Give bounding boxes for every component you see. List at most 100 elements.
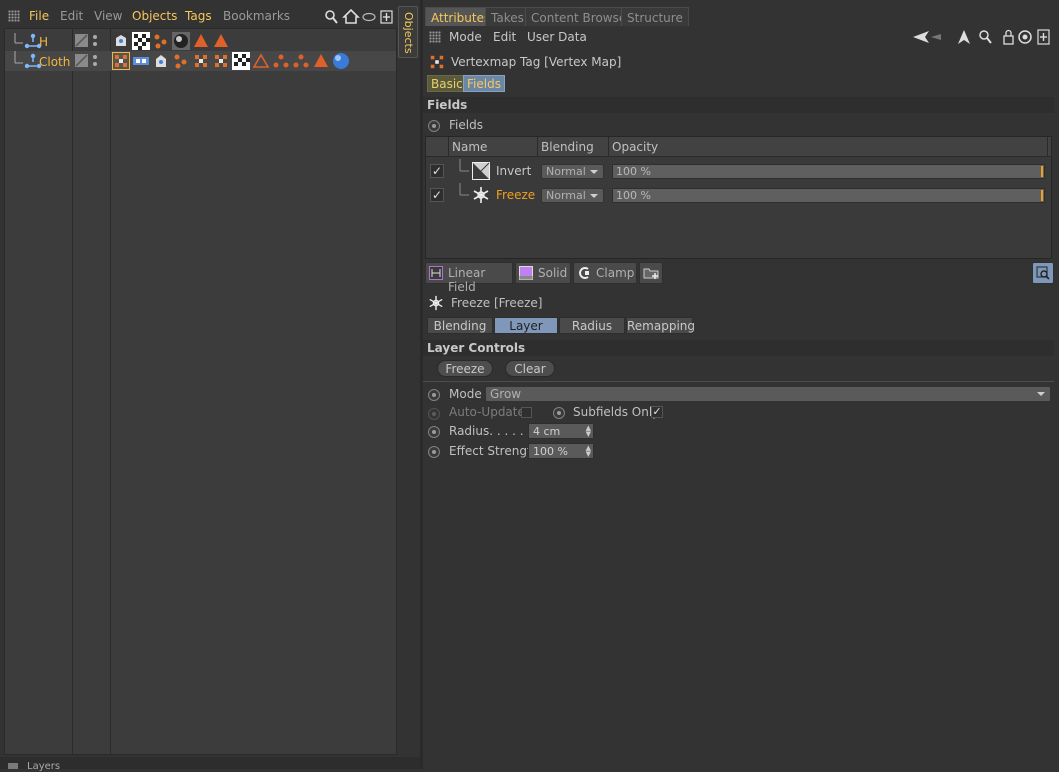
grip-icon[interactable] [429, 31, 441, 43]
menu-mode[interactable]: Mode [449, 30, 482, 44]
point-selection-tag-icon[interactable] [152, 32, 170, 50]
strength-anim-radio[interactable] [428, 446, 440, 458]
tab-remapping[interactable]: Remapping [626, 317, 695, 334]
menu-edit[interactable]: Edit [493, 30, 516, 44]
tab-structure[interactable]: Structure [621, 7, 689, 26]
section-fields: Fields [423, 97, 1054, 113]
tab-blending[interactable]: Blending [427, 317, 493, 334]
tab-layer[interactable]: Layer [494, 317, 558, 334]
opacity-value: 100 % [616, 165, 651, 178]
lock-icon[interactable] [1003, 29, 1014, 45]
auto-update-anim-radio[interactable] [428, 408, 440, 420]
menu-user-data[interactable]: User Data [527, 30, 587, 44]
grip-icon[interactable] [8, 10, 20, 22]
triangle-tag-icon[interactable] [192, 32, 210, 50]
triangle-tag-icon[interactable] [312, 52, 330, 70]
vertexmap-tag-icon[interactable] [192, 52, 210, 70]
blending-dropdown[interactable]: Normal [541, 188, 604, 203]
search-icon[interactable] [325, 10, 338, 24]
cloth-tag-icon[interactable] [112, 32, 130, 50]
menu-bookmarks[interactable]: Bookmarks [223, 9, 290, 23]
subfields-anim-radio[interactable] [553, 407, 565, 419]
tab-fields[interactable]: Fields [463, 75, 505, 92]
vertexmap-tag-icon-selected[interactable] [112, 52, 130, 70]
header-opacity[interactable]: Opacity [612, 140, 658, 154]
object-name[interactable]: Cloth [39, 55, 70, 69]
layers-bar[interactable] [0, 757, 420, 769]
tab-radius[interactable]: Radius [559, 317, 625, 334]
menu-tags[interactable]: Tags [185, 9, 212, 23]
chevron-down-icon [590, 170, 598, 174]
solid-button[interactable]: Solid [515, 262, 571, 284]
eye-icon[interactable] [362, 12, 376, 22]
freeze-button[interactable]: Freeze [437, 360, 493, 377]
subfields-only-checkbox[interactable]: ✓ [651, 406, 663, 418]
tab-basic[interactable]: Basic [427, 75, 467, 92]
new-window-icon[interactable] [380, 10, 393, 24]
home-icon[interactable] [342, 8, 360, 24]
menu-view[interactable]: View [94, 9, 122, 23]
target-icon[interactable] [1018, 30, 1032, 44]
object-row-cloth[interactable]: Cloth [5, 51, 396, 71]
linear-field-button[interactable]: Linear Field [425, 262, 513, 294]
header-blending[interactable]: Blending [541, 140, 594, 154]
visibility-dots-icon[interactable] [93, 55, 97, 66]
menu-edit[interactable]: Edit [60, 9, 83, 23]
layer-icon[interactable] [75, 54, 88, 67]
mode-anim-radio[interactable] [428, 389, 440, 401]
field-enable-checkbox[interactable]: ✓ [430, 188, 444, 202]
field-name[interactable]: Freeze [496, 188, 535, 202]
opacity-value: 100 % [616, 189, 651, 202]
triangle-tag-icon[interactable] [212, 32, 230, 50]
object-name[interactable]: H [39, 35, 48, 49]
dots-tag-icon[interactable] [272, 52, 290, 70]
layer-icon[interactable] [75, 34, 88, 47]
menu-file[interactable]: File [29, 9, 49, 23]
object-list[interactable]: H Cloth [4, 28, 397, 755]
menu-objects[interactable]: Objects [132, 9, 177, 23]
clamp-icon [579, 267, 589, 279]
opacity-slider[interactable]: 100 % [612, 164, 1045, 179]
mode-dropdown[interactable]: Grow [485, 386, 1051, 402]
clamp-button[interactable]: Clamp [573, 262, 637, 284]
header-name[interactable]: Name [452, 140, 487, 154]
checker-tag-icon[interactable] [232, 52, 250, 70]
search-icon[interactable] [979, 30, 992, 44]
clear-button[interactable]: Clear [505, 360, 555, 377]
material-tag-icon[interactable] [172, 32, 190, 50]
tab-objects-label[interactable]: Objects [402, 12, 415, 54]
auto-update-checkbox[interactable] [521, 407, 532, 418]
spinner-icon[interactable]: ▲ ▼ [586, 425, 591, 438]
texture-tag-icon[interactable] [132, 52, 150, 70]
add-folder-button[interactable] [639, 262, 663, 284]
triangle-outline-tag-icon[interactable] [252, 52, 270, 70]
field-name[interactable]: Invert [496, 164, 531, 178]
field-options-button[interactable] [1032, 262, 1054, 284]
layers-label[interactable]: Layers [27, 761, 60, 772]
field-list[interactable]: Name Blending Opacity ✓ Invert Normal 10… [425, 136, 1052, 259]
field-enable-checkbox[interactable]: ✓ [430, 164, 444, 178]
blending-dropdown[interactable]: Normal [541, 164, 604, 179]
spinner-icon[interactable]: ▲ ▼ [586, 445, 591, 458]
snowflake-icon [429, 295, 443, 311]
visibility-dots-icon[interactable] [93, 35, 97, 46]
new-window-icon[interactable] [1037, 29, 1050, 45]
effect-strength-input[interactable]: 100 % ▲ ▼ [528, 443, 594, 459]
field-row-invert[interactable]: ✓ Invert Normal 100 % [426, 159, 1051, 183]
dots-tag-icon[interactable] [292, 52, 310, 70]
point-selection-tag-icon[interactable] [172, 52, 190, 70]
back-arrow-icon[interactable] [913, 31, 941, 43]
radius-anim-radio[interactable] [428, 426, 440, 438]
sphere-tag-icon[interactable] [332, 52, 350, 70]
fields-anim-radio[interactable] [428, 120, 440, 132]
blending-value: Normal [546, 165, 586, 178]
checker-tag-icon[interactable] [132, 32, 150, 50]
cursor-icon[interactable] [958, 30, 970, 44]
object-row-h[interactable]: H [5, 31, 396, 51]
tab-takes[interactable]: Takes [485, 7, 530, 26]
cloth-tag-icon[interactable] [152, 52, 170, 70]
radius-input[interactable]: 4 cm ▲ ▼ [528, 423, 594, 439]
opacity-slider[interactable]: 100 % [612, 188, 1045, 203]
vertexmap-tag-icon[interactable] [212, 52, 230, 70]
field-row-freeze[interactable]: ✓ Freeze Normal 100 % [426, 183, 1051, 207]
